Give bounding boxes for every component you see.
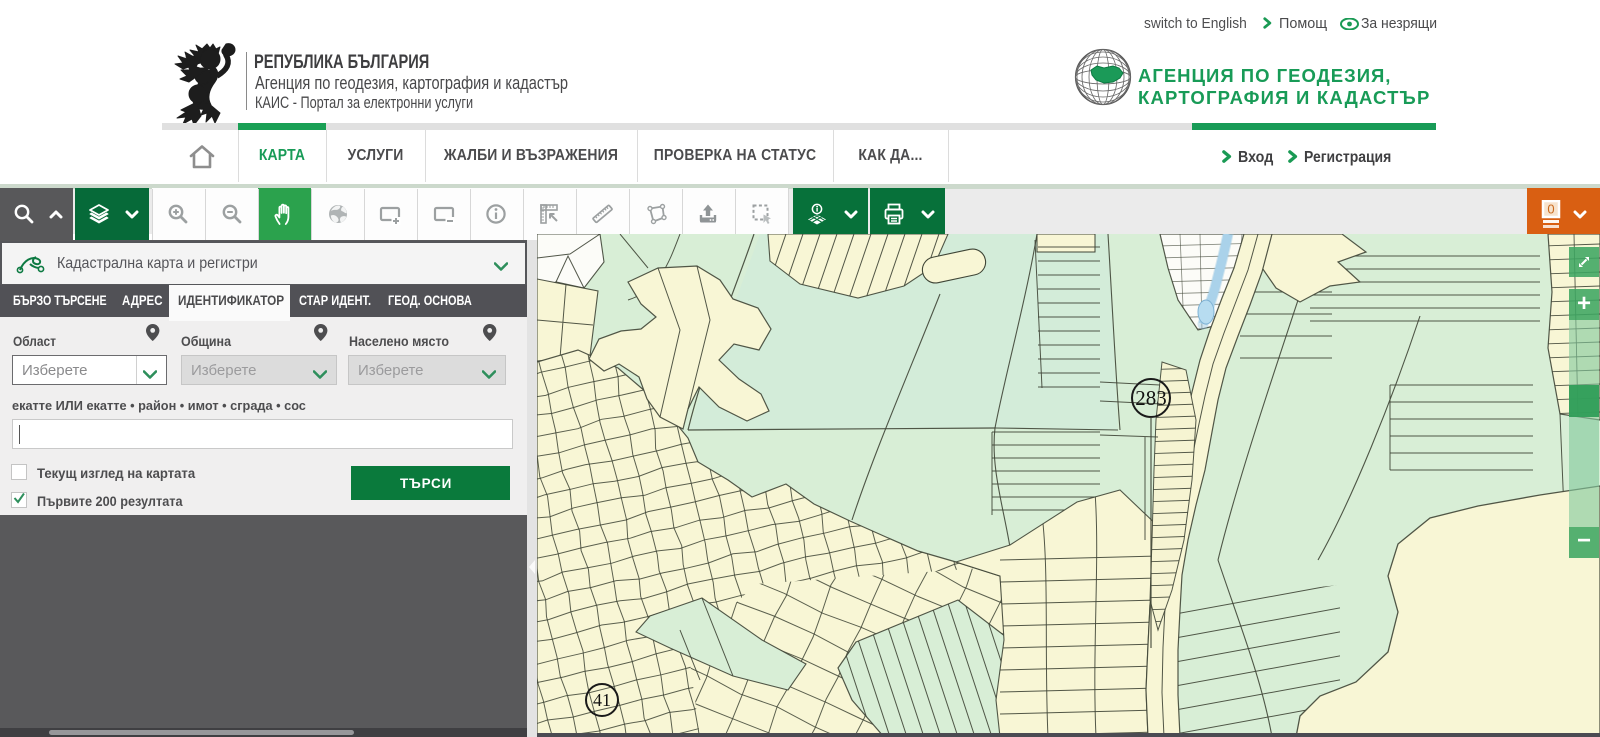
svg-text:41: 41 — [593, 690, 611, 710]
svg-text:0: 0 — [1547, 202, 1554, 217]
svg-text:283: 283 — [1135, 386, 1167, 410]
